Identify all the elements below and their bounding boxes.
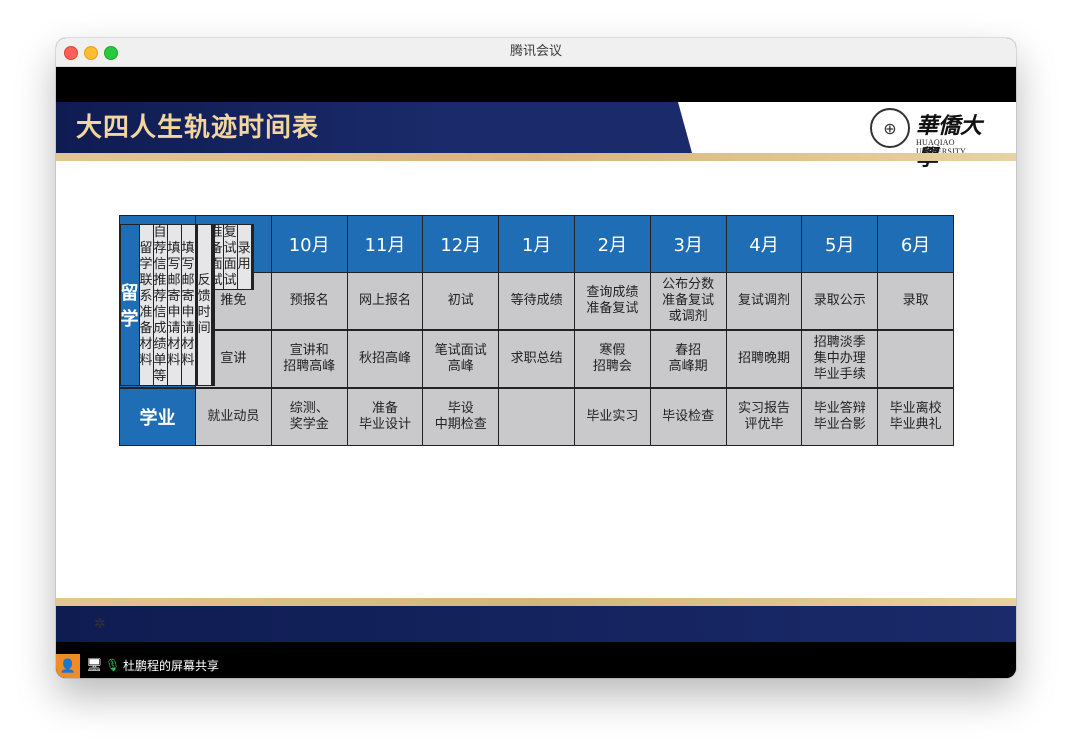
table-cell: 综测、 奖学金 bbox=[270, 388, 348, 446]
footer-logo-icon: ✲ bbox=[94, 616, 106, 632]
row-category-label: 学业 bbox=[119, 388, 196, 446]
month-header: 4月 bbox=[725, 215, 803, 273]
table-cell: 复试面试 bbox=[222, 223, 238, 290]
table-cell: 复试调剂 bbox=[725, 272, 803, 330]
table-cell: 毕业离校 毕业典礼 bbox=[877, 388, 954, 446]
table-cell: 录取公示 bbox=[801, 272, 879, 330]
table-row: 留学 留学联系 准备材料 自荐信推 荐信成绩 单等 填写邮寄 申请材料 填写邮寄 申请材料 反馈时间 bbox=[119, 223, 215, 386]
table-cell: 招聘晚期 bbox=[725, 330, 803, 388]
table-cell: 查询成绩 准备复试 bbox=[573, 272, 651, 330]
table-cell: 初试 bbox=[422, 272, 500, 330]
table-cell bbox=[498, 388, 575, 446]
microphone-icon[interactable]: 🎙 bbox=[105, 658, 120, 672]
table-row: 学业 就业动员 综测、 奖学金 准备 毕业设计 毕设 中期检查 毕业实习 毕设检查 实习报告 评优毕毕… bbox=[119, 388, 954, 446]
banner-gold-stripe bbox=[56, 153, 1016, 161]
table-cell: 留学联系 准备材料 bbox=[138, 223, 154, 386]
slide-title: 大四人生轨迹时间表 bbox=[76, 113, 320, 143]
table-cell bbox=[877, 330, 954, 388]
window-title: 腾讯会议 bbox=[509, 44, 562, 59]
month-header: 2月 bbox=[573, 215, 651, 273]
table-cell bbox=[251, 223, 254, 290]
table-cell: 录取 bbox=[877, 272, 954, 330]
table-cell: 笔试面试 高峰 bbox=[422, 330, 500, 388]
table-cell: 宣讲和 招聘高峰 bbox=[270, 330, 348, 388]
table-row: 求职宣讲宣讲和招聘高峰秋招高峰笔试面试高峰求职总结寒假招聘会春招高峰期招聘晚期招… bbox=[119, 330, 954, 388]
table-cell: 招聘淡季 集中办理 毕业手续 bbox=[801, 330, 879, 388]
table-cell: 就业动员 bbox=[195, 388, 272, 446]
table-cell: 填写邮寄 申请材料 bbox=[166, 223, 182, 386]
month-header: 6月 bbox=[877, 215, 954, 273]
table-cell: 自荐信推 荐信成绩 单等 bbox=[152, 223, 168, 386]
timeline-table: 9月10月11月12月1月2月3月4月5月6月 考研推免预报名网上报名初试等待成… bbox=[119, 215, 954, 446]
table-cell: 实习报告 评优毕 bbox=[725, 388, 803, 446]
meeting-window: 腾讯会议 大四人生轨迹时间表 ⊕ 華僑大學 HUAQIAO UNIVERSITY… bbox=[56, 38, 1016, 678]
university-seal-icon: ⊕ bbox=[870, 108, 910, 148]
table-cell bbox=[212, 223, 215, 386]
table-cell: 填写邮寄 申请材料 bbox=[180, 223, 196, 386]
month-header: 11月 bbox=[346, 215, 424, 273]
month-header: 10月 bbox=[270, 215, 348, 273]
slide-banner: 大四人生轨迹时间表 bbox=[56, 102, 692, 153]
table-cell: 毕设检查 bbox=[649, 388, 727, 446]
title-bar: 腾讯会议 bbox=[56, 38, 1016, 67]
table-cell: 预报名 bbox=[270, 272, 348, 330]
footer-gold-stripe bbox=[56, 598, 1016, 606]
table-cell: 反馈时间 bbox=[196, 223, 212, 386]
table-cell: 毕业答辩 毕业合影 bbox=[801, 388, 879, 446]
table-cell: 求职总结 bbox=[498, 330, 575, 388]
month-header: 12月 bbox=[422, 215, 500, 273]
table-cell: 毕设 中期检查 bbox=[422, 388, 500, 446]
table-cell: 录用 bbox=[236, 223, 252, 290]
screen-share-bar: 👤 🖥 🎙 杜鹏程的屏幕共享 bbox=[56, 654, 1016, 678]
table-cell: 等待成绩 bbox=[498, 272, 575, 330]
shared-slide: 大四人生轨迹时间表 ⊕ 華僑大學 HUAQIAO UNIVERSITY 9月10… bbox=[56, 102, 1016, 642]
university-logo: ⊕ 華僑大學 HUAQIAO UNIVERSITY bbox=[870, 106, 1002, 171]
screen-share-label: 杜鹏程的屏幕共享 bbox=[123, 659, 220, 673]
table-cell: 准备 毕业设计 bbox=[346, 388, 424, 446]
table-cell: 秋招高峰 bbox=[346, 330, 424, 388]
month-header: 5月 bbox=[801, 215, 879, 273]
month-header: 1月 bbox=[498, 215, 575, 273]
screen-share-icon[interactable]: 🖥 bbox=[86, 658, 103, 673]
table-cell: 公布分数 准备复试 或调剂 bbox=[649, 272, 727, 330]
table-cell: 毕业实习 bbox=[573, 388, 651, 446]
slide-footer: ✲ bbox=[56, 606, 1016, 642]
table-cell: 网上报名 bbox=[346, 272, 424, 330]
month-header: 3月 bbox=[649, 215, 727, 273]
participant-icon[interactable]: 👤 bbox=[56, 654, 80, 678]
row-category-label: 留学 bbox=[119, 223, 140, 386]
table-cell: 春招 高峰期 bbox=[649, 330, 727, 388]
table-cell: 寒假 招聘会 bbox=[573, 330, 651, 388]
